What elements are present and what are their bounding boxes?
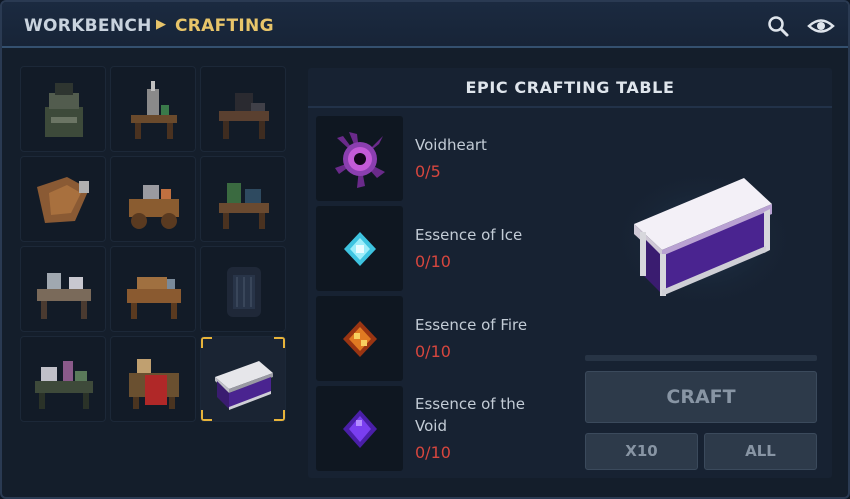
workbench-slot-alchemy-workbench[interactable] bbox=[110, 66, 196, 152]
header-bar: WORKBENCH ▶ CRAFTING bbox=[2, 2, 848, 48]
workbench-slot-anvil-bench[interactable] bbox=[200, 66, 286, 152]
ingredient-count: 0/10 bbox=[415, 252, 451, 271]
search-icon[interactable] bbox=[766, 14, 790, 38]
breadcrumb-crafting: CRAFTING bbox=[175, 16, 274, 36]
selection-corner bbox=[274, 337, 285, 348]
voidheart-icon bbox=[335, 132, 385, 188]
fire-essence-icon bbox=[343, 321, 377, 357]
stone-forge-bench-icon bbox=[45, 83, 83, 137]
chemistry-bench-icon bbox=[35, 361, 93, 409]
ingredient-count: 0/5 bbox=[415, 162, 441, 181]
workbench-slot-tannery-bench[interactable] bbox=[20, 156, 106, 242]
breadcrumb-workbench[interactable]: WORKBENCH bbox=[24, 16, 152, 36]
arcane-cabinet-bench-icon bbox=[227, 267, 261, 317]
workbench-slot-cooking-cart-bench[interactable] bbox=[110, 156, 196, 242]
carpentry-bench-icon bbox=[127, 277, 181, 319]
workbench-slot-stone-forge-bench[interactable] bbox=[20, 66, 106, 152]
ingredient-name: Essence of Ice bbox=[415, 226, 523, 244]
crafting-window: WORKBENCH ▶ CRAFTING EPIC CRAFTING TABLE bbox=[0, 0, 850, 499]
craft-progress-bar bbox=[585, 355, 817, 361]
workbench-slot-sewing-bench[interactable] bbox=[20, 246, 106, 332]
ingredient-slot[interactable] bbox=[316, 386, 403, 471]
anvil-bench-icon bbox=[219, 93, 269, 139]
ingredient-count: 0/10 bbox=[415, 342, 451, 361]
recipe-panel: EPIC CRAFTING TABLE Voidheart 0/5 Essenc… bbox=[308, 68, 832, 478]
ingredient-name: Voidheart bbox=[415, 136, 487, 154]
selection-corner bbox=[201, 410, 212, 421]
ingredient-slot[interactable] bbox=[316, 296, 403, 381]
workbench-slot-arcane-cabinet-bench[interactable] bbox=[200, 246, 286, 332]
workbench-slot-chemistry-bench[interactable] bbox=[20, 336, 106, 422]
craft-button[interactable]: CRAFT bbox=[585, 371, 817, 423]
epic-crafting-table-icon bbox=[215, 361, 273, 410]
triangle-right-icon: ▶ bbox=[156, 17, 167, 32]
void-essence-icon bbox=[343, 410, 377, 448]
workbench-slot-carpentry-bench[interactable] bbox=[110, 246, 196, 332]
cooking-cart-bench-icon bbox=[129, 185, 179, 229]
eye-icon[interactable] bbox=[807, 14, 835, 38]
ice-essence-icon bbox=[344, 232, 376, 266]
ingredient-slot[interactable] bbox=[316, 206, 403, 291]
fabric-loom-bench-icon bbox=[129, 359, 179, 409]
craft-x10-button[interactable]: X10 bbox=[585, 433, 698, 470]
workbench-slot-epic-crafting-table[interactable] bbox=[200, 336, 286, 422]
workbench-slot-farming-bench[interactable] bbox=[200, 156, 286, 242]
selection-corner bbox=[274, 410, 285, 421]
tannery-bench-icon bbox=[37, 177, 89, 223]
ingredient-slot[interactable] bbox=[316, 116, 403, 201]
craft-all-button[interactable]: ALL bbox=[704, 433, 817, 470]
ingredient-name: Essence of the Void bbox=[415, 395, 525, 435]
ingredient-name: Essence of Fire bbox=[415, 316, 528, 334]
workbench-slot-fabric-loom-bench[interactable] bbox=[110, 336, 196, 422]
sewing-bench-icon bbox=[37, 273, 91, 319]
selection-corner bbox=[201, 337, 212, 348]
ingredient-count: 0/10 bbox=[415, 443, 451, 462]
alchemy-workbench-icon bbox=[131, 81, 177, 139]
recipe-title: EPIC CRAFTING TABLE bbox=[308, 68, 832, 108]
farming-bench-icon bbox=[219, 183, 269, 229]
crafting-table-preview bbox=[609, 167, 799, 311]
